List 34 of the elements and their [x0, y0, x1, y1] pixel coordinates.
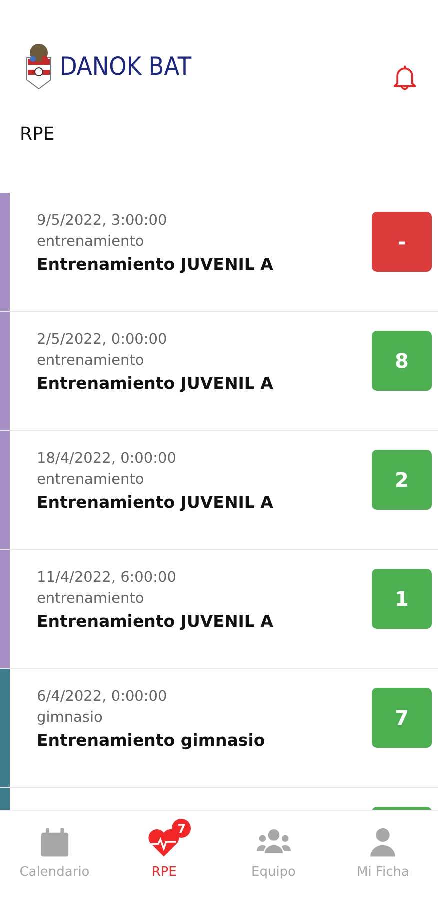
rpe-button[interactable]: 7 — [372, 688, 432, 748]
crest-icon — [24, 42, 54, 90]
session-type: entrenamiento — [37, 234, 146, 250]
session-row[interactable]: 6/4/2022, 0:00:00 gimnasio Entrenamiento gimnasio 7 — [0, 669, 438, 788]
logo-text: DANOK BAT — [60, 52, 192, 80]
session-title: Entrenamiento gimnasio — [37, 731, 266, 750]
session-title: Entrenamiento JUVENIL A — [37, 374, 274, 393]
rpe-button[interactable]: 2 — [372, 450, 432, 510]
session-date: 2/5/2022, 0:00:00 — [37, 332, 168, 348]
session-date: 6/4/2022, 0:00:00 — [37, 689, 168, 705]
rpe-button[interactable]: - — [372, 212, 432, 272]
page-title: RPE — [19, 123, 56, 147]
session-title: Entrenamiento JUVENIL A — [37, 612, 274, 631]
rpe-button[interactable]: 1 — [372, 569, 432, 629]
nav-tab[interactable]: Mi Ficha — [333, 811, 434, 900]
count-badge: 7 — [172, 819, 192, 838]
session-type: entrenamiento — [37, 591, 146, 607]
session-date: 11/4/2022, 6:00:00 — [37, 570, 178, 586]
session-row[interactable]: 18/4/2022, 0:00:00 entrenamiento Entrenamiento JUVENIL A 2 — [0, 431, 438, 550]
session-row[interactable]: 2/5/2022, 0:00:00 entrenamiento Entrenamiento JUVENIL A 8 — [0, 312, 438, 431]
session-type: gimnasio — [37, 710, 104, 726]
nav-tab[interactable]: Equipo — [224, 811, 324, 900]
rpe-button[interactable]: 8 — [372, 331, 432, 391]
session-row[interactable]: 11/4/2022, 6:00:00 entrenamiento Entrenamiento JUVENIL A 1 — [0, 550, 438, 669]
nav-tab[interactable]: 7 RPE — [114, 811, 214, 900]
session-row[interactable]: 9/5/2022, 3:00:00 entrenamiento Entrenamiento JUVENIL A - — [0, 193, 438, 312]
session-type: entrenamiento — [37, 353, 146, 369]
session-type: entrenamiento — [37, 472, 146, 488]
session-title: Entrenamiento JUVENIL A — [37, 255, 274, 274]
session-date: 9/5/2022, 3:00:00 — [37, 213, 168, 229]
nav-tab[interactable]: Calendario — [4, 811, 105, 900]
session-date: 18/4/2022, 0:00:00 — [37, 451, 178, 467]
session-title: Entrenamiento JUVENIL A — [37, 493, 274, 512]
bell-icon[interactable] — [392, 63, 418, 93]
